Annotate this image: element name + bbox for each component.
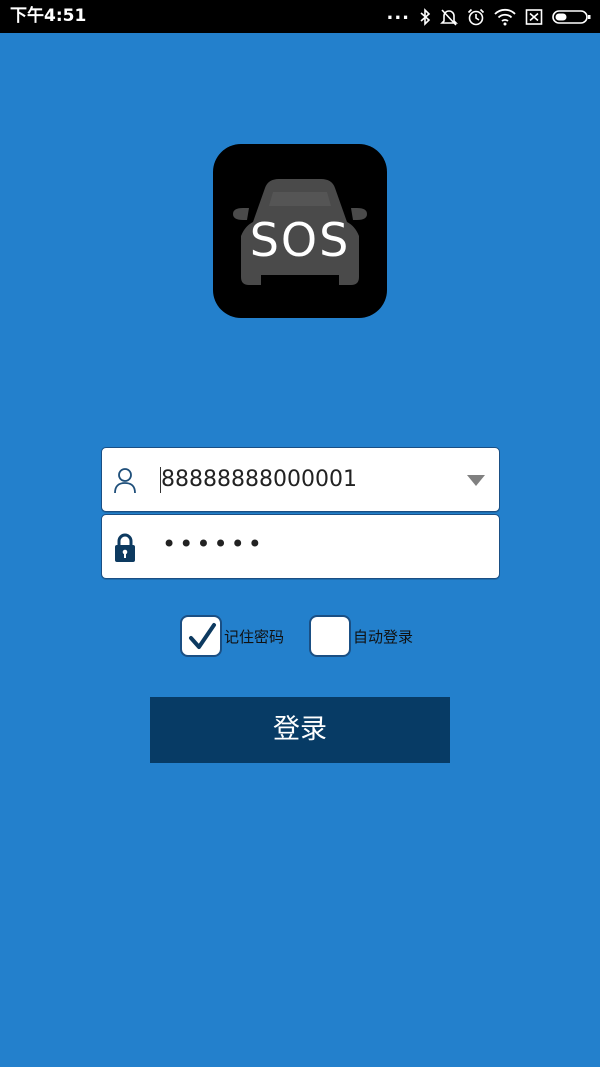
status-time: 下午4:51 [10, 6, 87, 26]
alarm-icon [467, 8, 485, 26]
dropdown-arrow-icon[interactable] [467, 475, 485, 486]
bluetooth-icon [419, 8, 431, 26]
user-icon [113, 466, 137, 494]
status-bar: 下午4:51 ... [0, 0, 600, 33]
login-button[interactable]: 登录 [150, 697, 450, 763]
lock-icon [113, 533, 137, 563]
auto-login-checkbox[interactable] [309, 615, 351, 657]
password-input[interactable]: •••••• [162, 531, 265, 557]
auto-login-label[interactable]: 自动登录 [353, 626, 413, 647]
notification-dots: ... [386, 3, 410, 24]
status-icons: ... [386, 3, 592, 28]
no-sim-icon [525, 8, 543, 26]
username-input[interactable]: 88888888000001 [160, 467, 357, 493]
remember-password-checkbox[interactable] [180, 615, 222, 657]
wifi-icon [494, 8, 516, 26]
auto-login-option[interactable]: 自动登录 [309, 614, 413, 658]
username-field[interactable]: 88888888000001 [101, 447, 500, 512]
password-field[interactable]: •••••• [101, 514, 500, 579]
remember-password-option[interactable]: 记住密码 [180, 614, 284, 658]
battery-icon [552, 8, 592, 26]
app-logo [213, 144, 387, 318]
remember-password-label[interactable]: 记住密码 [224, 626, 284, 647]
mute-icon [440, 8, 458, 26]
